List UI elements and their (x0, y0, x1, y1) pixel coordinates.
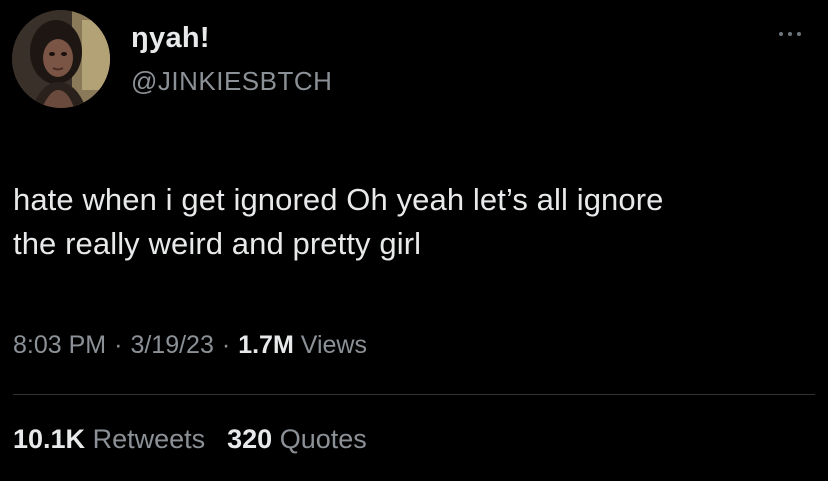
tweet-time[interactable]: 8:03 PM (13, 331, 106, 359)
more-horizontal-icon (779, 32, 783, 36)
more-horizontal-icon-dot (797, 32, 801, 36)
views-count: 1.7M (238, 331, 294, 359)
views-label: Views (300, 331, 367, 359)
display-name[interactable]: ŋyah! (131, 22, 210, 55)
tweet-text-line-1: hate when i get ignored Oh yeah let’s al… (13, 182, 664, 217)
retweets-label: Retweets (92, 424, 206, 454)
tweet-date[interactable]: 3/19/23 (130, 331, 213, 359)
quotes-count: 320 (227, 424, 273, 454)
more-horizontal-icon-dot (788, 32, 792, 36)
tweet-text: hate when i get ignored Oh yeah let’s al… (13, 178, 813, 266)
meta-separator: · (221, 331, 231, 359)
tweet-text-line-2: the really weird and pretty girl (13, 226, 422, 261)
retweets-count: 10.1K (13, 424, 86, 454)
quotes-stat[interactable]: 320 Quotes (227, 424, 367, 454)
retweets-stat[interactable]: 10.1K Retweets (13, 424, 205, 454)
avatar[interactable] (12, 10, 110, 108)
quotes-label: Quotes (279, 424, 367, 454)
tweet-meta: 8:03 PM · 3/19/23 · 1.7M Views (13, 331, 367, 360)
tweet-card: ŋyah! @JINKIESBTCH hate when i get ignor… (0, 0, 828, 481)
avatar-photo (12, 10, 110, 108)
more-options-button[interactable] (776, 22, 806, 42)
divider (13, 394, 815, 395)
user-handle[interactable]: @JINKIESBTCH (131, 66, 332, 97)
meta-separator: · (114, 331, 123, 359)
engagement-stats: 10.1K Retweets 320 Quotes (13, 424, 367, 455)
